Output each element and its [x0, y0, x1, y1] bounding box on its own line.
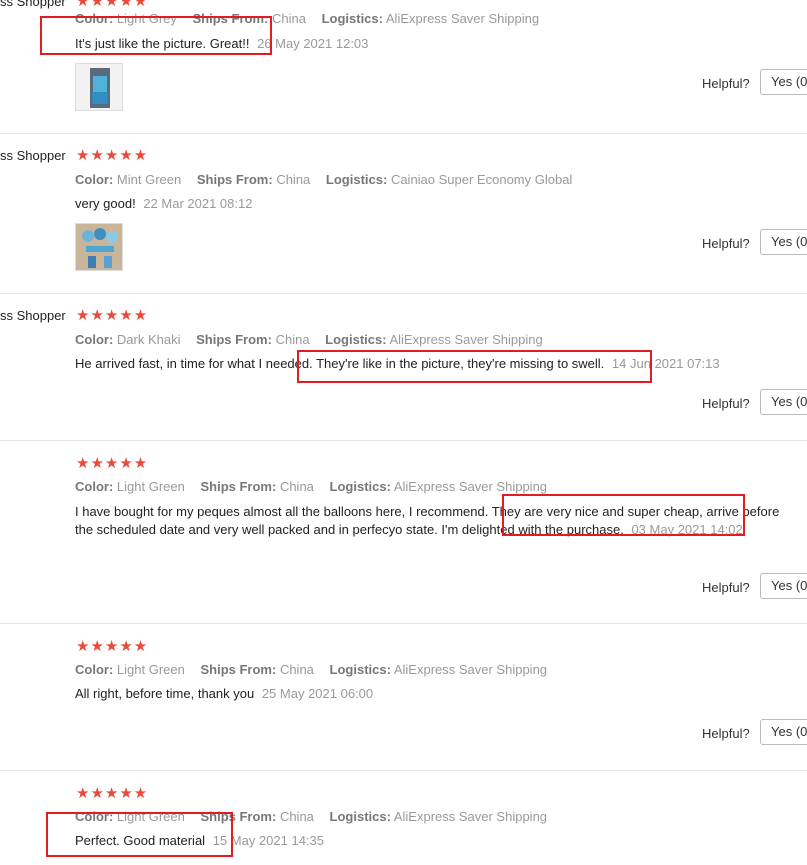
- highlight-box: [297, 350, 652, 383]
- review-meta: Color: Light Green Ships From: China Log…: [75, 479, 548, 494]
- helpful-label: Helpful?: [702, 726, 750, 741]
- color-value: Light Green: [116, 479, 185, 494]
- ships-from-value: China: [279, 809, 314, 824]
- logistics-value: AliExpress Saver Shipping: [385, 11, 540, 26]
- review-meta: Color: Light Green Ships From: China Log…: [75, 662, 548, 677]
- logistics-value: AliExpress Saver Shipping: [393, 662, 548, 677]
- star-rating: ★★★★★: [76, 638, 149, 655]
- review-item: ss Shopper ★★★★★ Color: Mint Green Ships…: [0, 133, 807, 294]
- star-rating: ★★★★★: [76, 0, 149, 10]
- logistics-value: AliExpress Saver Shipping: [389, 332, 543, 347]
- review-author[interactable]: ss Shopper: [0, 0, 66, 9]
- logistics-value: AliExpress Saver Shipping: [393, 809, 548, 824]
- helpful-label: Helpful?: [702, 236, 750, 251]
- helpful-yes-button[interactable]: Yes (0): [760, 229, 807, 255]
- helpful-yes-button[interactable]: Yes (0): [760, 69, 807, 95]
- helpful-yes-button[interactable]: Yes (0): [760, 573, 807, 599]
- star-rating: ★★★★★: [76, 147, 149, 164]
- helpful-label: Helpful?: [702, 396, 750, 411]
- helpful-label: Helpful?: [702, 580, 750, 595]
- highlight-box: [40, 16, 272, 55]
- highlight-box: [502, 494, 745, 536]
- star-rating: ★★★★★: [76, 785, 149, 802]
- review-meta: Color: Mint Green Ships From: China Logi…: [75, 172, 573, 187]
- review-photo-thumbnail[interactable]: [75, 223, 123, 271]
- logistics-value: AliExpress Saver Shipping: [393, 479, 548, 494]
- balloon-photo-icon: [76, 224, 122, 270]
- color-value: Light Green: [116, 662, 185, 677]
- review-date: 22 Mar 2021 08:12: [143, 196, 253, 211]
- star-rating: ★★★★★: [76, 307, 149, 324]
- logistics-value: Cainiao Super Economy Global: [390, 172, 573, 187]
- helpful-yes-button[interactable]: Yes (0): [760, 389, 807, 415]
- ships-from-value: China: [279, 479, 314, 494]
- review-author[interactable]: ss Shopper: [0, 148, 66, 163]
- review-date: 26 May 2021 12:03: [257, 36, 369, 51]
- ships-from-value: China: [275, 332, 310, 347]
- color-value: Dark Khaki: [116, 332, 181, 347]
- star-rating: ★★★★★: [76, 455, 149, 472]
- review-item: ★★★★★ Color: Light Green Ships From: Chi…: [0, 623, 807, 771]
- review-text: very good! 22 Mar 2021 08:12: [75, 196, 253, 211]
- balloon-photo-icon: [76, 64, 122, 110]
- review-meta: Color: Dark Khaki Ships From: China Logi…: [75, 332, 543, 347]
- review-photo-thumbnail[interactable]: [75, 63, 123, 111]
- review-text: All right, before time, thank you 25 May…: [75, 686, 374, 701]
- review-author[interactable]: ss Shopper: [0, 308, 66, 323]
- helpful-yes-button[interactable]: Yes (0): [760, 719, 807, 745]
- color-value: Mint Green: [116, 172, 182, 187]
- review-date: 25 May 2021 06:00: [261, 686, 374, 701]
- highlight-box: [46, 812, 233, 857]
- ships-from-value: China: [276, 172, 311, 187]
- ships-from-value: China: [271, 11, 306, 26]
- helpful-label: Helpful?: [702, 76, 750, 91]
- ships-from-value: China: [279, 662, 314, 677]
